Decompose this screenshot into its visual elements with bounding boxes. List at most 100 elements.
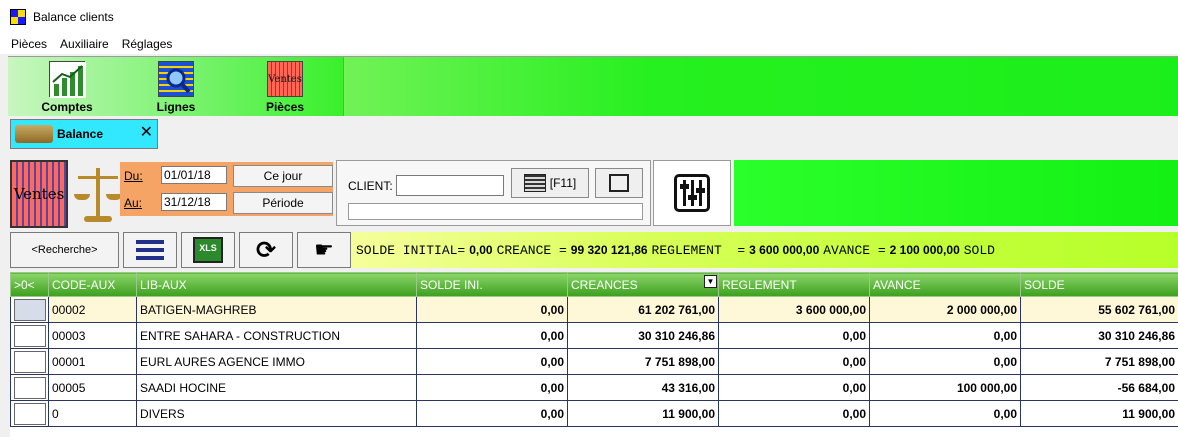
- cell-code: 00002: [48, 296, 137, 323]
- menu-bar: Pièces Auxiliaire Réglages: [0, 34, 1178, 54]
- cell-avance: 2 000 000,00: [869, 296, 1021, 323]
- f11-button[interactable]: [F11]: [511, 168, 589, 198]
- col-creances[interactable]: CREANCES ▼: [567, 272, 719, 297]
- menu-pieces[interactable]: Pièces: [11, 37, 47, 51]
- du-date-input[interactable]: [161, 166, 227, 184]
- tab-strip: Balance ✕: [0, 117, 1178, 153]
- cell-code: 00005: [48, 374, 137, 401]
- summary-bar: SOLDE INITIAL= 0,00 CREANCE = 99 320 121…: [352, 232, 1178, 268]
- col-solde-ini[interactable]: SOLDE INI.: [416, 272, 568, 297]
- balance-scale-icon: [74, 162, 122, 226]
- avance-label: AVANCE =: [823, 242, 886, 258]
- table-row[interactable]: 00003 ENTRE SAHARA - CONSTRUCTION 0,00 3…: [10, 322, 1178, 349]
- cell-code: 00001: [48, 348, 137, 375]
- pieces-button[interactable]: Ventes Pièces: [230, 59, 340, 115]
- keyboard-icon: [523, 174, 546, 192]
- cell-reglement: 3 600 000,00: [718, 296, 870, 323]
- pointer-button[interactable]: ☛: [297, 232, 351, 268]
- avance-value: 2 100 000,00: [889, 243, 960, 257]
- cell-solde-ini: 0,00: [416, 296, 568, 323]
- col-reglement[interactable]: REGLEMENT: [718, 272, 870, 297]
- close-icon[interactable]: ✕: [140, 122, 153, 142]
- du-label: Du:: [124, 169, 143, 183]
- cell-creances: 30 310 246,86: [567, 322, 719, 349]
- lignes-label: Lignes: [156, 100, 196, 114]
- cell-reglement: 0,00: [718, 400, 870, 427]
- tab-balance-label: Balance: [57, 127, 104, 141]
- row-selector[interactable]: [10, 296, 49, 323]
- table-row[interactable]: 00001 EURL AURES AGENCE IMMO 0,00 7 751 …: [10, 348, 1178, 375]
- comptes-button[interactable]: Comptes: [12, 59, 122, 115]
- cell-lib: BATIGEN-MAGHREB: [136, 296, 417, 323]
- comptes-label: Comptes: [41, 100, 93, 114]
- xls-printer-icon: XLS: [193, 237, 223, 263]
- window-title: Balance clients: [33, 10, 114, 24]
- au-date-input[interactable]: [161, 193, 227, 211]
- cell-creances: 7 751 898,00: [567, 348, 719, 375]
- refresh-button[interactable]: ⟳: [239, 232, 293, 268]
- reglement-label: REGLEMENT =: [651, 242, 746, 258]
- cell-solde: 7 751 898,00: [1020, 348, 1178, 375]
- ce-jour-button[interactable]: Ce jour: [233, 165, 333, 187]
- creance-label: CREANCE =: [496, 242, 567, 258]
- edit-client-button[interactable]: [595, 168, 643, 198]
- cell-avance: 0,00: [869, 400, 1021, 427]
- cell-solde-ini: 0,00: [416, 348, 568, 375]
- lignes-button[interactable]: Lignes: [121, 59, 231, 115]
- col-creances-label: CREANCES: [571, 277, 638, 292]
- recherche-button[interactable]: <Recherche>: [10, 232, 119, 268]
- balance-grid: >0< CODE-AUX LIB-AUX SOLDE INI. CREANCES…: [10, 272, 1178, 437]
- col-avance[interactable]: AVANCE: [869, 272, 1021, 297]
- client-name-field: [348, 203, 643, 220]
- table-row[interactable]: 00002 BATIGEN-MAGHREB 0,00 61 202 761,00…: [10, 296, 1178, 323]
- tab-balance[interactable]: Balance ✕: [10, 119, 158, 149]
- cell-reglement: 0,00: [718, 374, 870, 401]
- app-icon: [10, 9, 26, 25]
- row-selector[interactable]: [10, 374, 49, 401]
- cell-avance: 100 000,00: [869, 374, 1021, 401]
- f11-label: [F11]: [549, 176, 577, 190]
- chart-up-icon: [49, 61, 86, 98]
- date-range-panel: Du: Ce jour Au: Période: [120, 162, 333, 216]
- menu-auxiliaire[interactable]: Auxiliaire: [60, 37, 109, 51]
- title-bar: Balance clients: [0, 0, 1178, 34]
- pieces-label: Pièces: [265, 100, 305, 114]
- main-toolbar: Comptes Lignes Ventes Pièces: [8, 56, 1178, 116]
- refresh-icon: ⟳: [255, 236, 277, 264]
- export-xls-button[interactable]: XLS: [181, 232, 235, 268]
- client-input[interactable]: [396, 175, 504, 196]
- periode-button[interactable]: Période: [233, 192, 333, 214]
- cell-solde-ini: 0,00: [416, 374, 568, 401]
- ventes-icon-text: Ventes: [268, 73, 302, 85]
- client-panel: CLIENT: [F11]: [336, 160, 651, 226]
- cell-lib: SAADI HOCINE: [136, 374, 417, 401]
- table-header-row: >0< CODE-AUX LIB-AUX SOLDE INI. CREANCES…: [10, 272, 1178, 297]
- cell-solde: 11 900,00: [1020, 400, 1178, 427]
- menu-reglages[interactable]: Réglages: [122, 37, 173, 51]
- header-green-fill: [734, 160, 1178, 226]
- row-selector[interactable]: [10, 322, 49, 349]
- settings-button[interactable]: [653, 160, 731, 226]
- cell-creances: 43 316,00: [567, 374, 719, 401]
- menu-button[interactable]: [123, 232, 177, 268]
- row-selector[interactable]: [10, 400, 49, 427]
- cell-creances: 61 202 761,00: [567, 296, 719, 323]
- cell-reglement: 0,00: [718, 348, 870, 375]
- client-label: CLIENT:: [348, 179, 393, 193]
- au-label: Au:: [124, 196, 143, 210]
- col-code-aux[interactable]: CODE-AUX: [48, 272, 137, 297]
- col-lib-aux[interactable]: LIB-AUX: [136, 272, 417, 297]
- sort-down-icon[interactable]: ▼: [704, 275, 717, 288]
- cell-avance: 0,00: [869, 348, 1021, 375]
- cell-solde: 55 602 761,00: [1020, 296, 1178, 323]
- row-selector[interactable]: [10, 348, 49, 375]
- col-solde[interactable]: SOLDE: [1020, 272, 1178, 297]
- hamburger-icon: [136, 240, 164, 244]
- table-row[interactable]: 0 DIVERS 0,00 11 900,00 0,00 0,00 11 900…: [10, 400, 1178, 427]
- cell-avance: 0,00: [869, 322, 1021, 349]
- table-row[interactable]: 00005 SAADI HOCINE 0,00 43 316,00 0,00 1…: [10, 374, 1178, 401]
- col-selector[interactable]: >0<: [10, 272, 49, 297]
- action-row: <Recherche> XLS ⟳ ☛ SOLDE INITIAL= 0,00 …: [8, 230, 1178, 270]
- cell-lib: ENTRE SAHARA - CONSTRUCTION: [136, 322, 417, 349]
- ventes-logo: Ventes: [10, 160, 68, 228]
